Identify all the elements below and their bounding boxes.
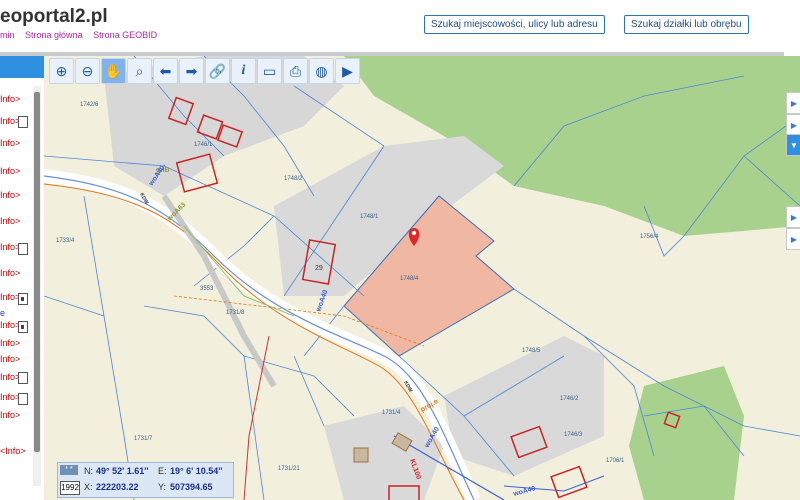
sidebar-item-info[interactable]: Info> bbox=[0, 338, 20, 348]
coord-x-value: 222203.22 bbox=[96, 482, 139, 492]
coord-n-label: N: bbox=[84, 466, 93, 476]
building-number-label: 29 bbox=[315, 265, 323, 272]
search-parcel-button[interactable]: Szukaj działki lub obrębu bbox=[624, 15, 749, 34]
pan-hand-icon[interactable]: ✋ bbox=[101, 58, 126, 84]
coord-e-value: 19° 6' 10.54'' bbox=[170, 466, 223, 476]
parcel-label: 1748/5 bbox=[522, 348, 541, 354]
parcel-label: 1733/4 bbox=[56, 238, 75, 244]
document-icon[interactable] bbox=[18, 116, 28, 128]
epsg-selector[interactable]: 1992 bbox=[60, 481, 80, 495]
search-place-button[interactable]: Szukaj miejscowości, ulicy lub adresu bbox=[424, 15, 605, 34]
site-logo[interactable]: eoportal2.pl bbox=[0, 6, 108, 28]
measure-ruler-icon[interactable]: ▭ bbox=[257, 58, 282, 84]
parcel-label: 1746/1 bbox=[194, 142, 213, 148]
parcel-label: 1748/1 bbox=[360, 214, 379, 220]
document-icon[interactable] bbox=[18, 372, 28, 384]
link-home[interactable]: Strona główna bbox=[25, 30, 83, 40]
parcel-label: 1731/21 bbox=[278, 466, 300, 472]
sidebar-item-link[interactable]: e bbox=[0, 308, 5, 318]
layers-sidebar: Info> Info> Info> Info> Info> Info> Info… bbox=[0, 56, 45, 500]
sidebar-item-info[interactable]: <Info> bbox=[0, 446, 26, 456]
link-geobid[interactable]: Strona GEOBID bbox=[93, 30, 157, 40]
expand-right-icon[interactable]: ▶ bbox=[786, 206, 800, 228]
map-canvas[interactable]: 1742/6 1746/1 1748/2 1748/1 1748/4 1748/… bbox=[44, 56, 800, 500]
parcel-label: 1731/8 bbox=[226, 310, 245, 316]
document-icon[interactable] bbox=[18, 393, 28, 405]
coord-y-value: 507394.65 bbox=[170, 482, 213, 492]
expand-right-icon[interactable]: ▶ bbox=[786, 228, 800, 250]
sidebar-item-info[interactable]: Info> bbox=[0, 268, 20, 278]
sidebar-item-info[interactable]: Info> bbox=[0, 138, 20, 148]
parcel-label: 3553 bbox=[200, 286, 214, 292]
document-lock-icon[interactable] bbox=[18, 293, 28, 305]
parcel-label: 1746/3 bbox=[564, 432, 583, 438]
coord-e-label: E: bbox=[158, 466, 167, 476]
back-arrow-icon[interactable]: ⬅ bbox=[153, 58, 178, 84]
sidebar-item-info[interactable]: Info> bbox=[0, 410, 20, 420]
coord-x-label: X: bbox=[84, 482, 93, 492]
expand-right-icon[interactable]: ▶ bbox=[786, 92, 800, 114]
zoom-window-icon[interactable]: ⌕ bbox=[127, 58, 152, 84]
sidebar-header[interactable] bbox=[0, 56, 44, 78]
link-icon[interactable]: 🔗 bbox=[205, 58, 230, 84]
print-icon[interactable]: ⎙ bbox=[283, 58, 308, 84]
built-area bbox=[324, 406, 444, 500]
sidebar-item-info[interactable]: Info> bbox=[0, 190, 20, 200]
sidebar-item-info[interactable]: Info> bbox=[0, 354, 20, 364]
forest-area bbox=[629, 366, 744, 500]
parcel-label: 1748/4 bbox=[400, 276, 419, 282]
link-admin[interactable]: min bbox=[0, 30, 15, 40]
parcel-label: 1731/4 bbox=[382, 410, 401, 416]
coord-y-label: Y: bbox=[158, 482, 167, 492]
forward-arrow-icon[interactable]: ➡ bbox=[179, 58, 204, 84]
coordinates-panel: * * 1992 N: 49° 52' 1.61'' E: 19° 6' 10.… bbox=[57, 462, 234, 498]
zoom-in-icon[interactable]: ⊕ bbox=[49, 58, 74, 84]
expand-right-icon[interactable]: ▶ bbox=[786, 114, 800, 136]
map-drawing[interactable]: 1742/6 1746/1 1748/2 1748/1 1748/4 1748/… bbox=[44, 56, 800, 500]
outbuilding bbox=[353, 447, 369, 463]
parcel-label: 1706/1 bbox=[606, 458, 625, 464]
top-links: min Strona główna Strona GEOBID bbox=[0, 30, 165, 40]
zoom-out-icon[interactable]: ⊖ bbox=[75, 58, 100, 84]
map-toolbar: ⊕ ⊖ ✋ ⌕ ⬅ ➡ 🔗 i ▭ ⎙ ◍ ▶ bbox=[49, 58, 360, 84]
parcel-label: 1742/6 bbox=[80, 102, 99, 108]
document-lock-icon[interactable] bbox=[18, 321, 28, 333]
coord-n-value: 49° 52' 1.61'' bbox=[96, 466, 149, 476]
document-icon[interactable] bbox=[18, 243, 28, 255]
camera-icon[interactable]: ▶ bbox=[335, 58, 360, 84]
info-icon[interactable]: i bbox=[231, 58, 256, 84]
parcel-label: 1731/7 bbox=[134, 436, 153, 442]
sidebar-item-info[interactable]: Info> bbox=[0, 94, 20, 104]
sidebar-item-info[interactable]: Info> bbox=[0, 166, 20, 176]
parcel-label: 1748/2 bbox=[284, 176, 303, 182]
page-header: eoportal2.pl min Strona główna Strona GE… bbox=[0, 0, 800, 52]
sidebar-item-info[interactable]: Info> bbox=[0, 216, 20, 226]
collapse-down-icon[interactable]: ▼ bbox=[786, 134, 800, 156]
parcel-label: 1746/2 bbox=[560, 396, 579, 402]
sidebar-scrollbar-thumb[interactable] bbox=[34, 92, 40, 452]
globe-icon[interactable]: ◍ bbox=[309, 58, 334, 84]
scale-button[interactable]: * * bbox=[60, 465, 78, 475]
parcel-label: 1756/4 bbox=[640, 234, 659, 240]
